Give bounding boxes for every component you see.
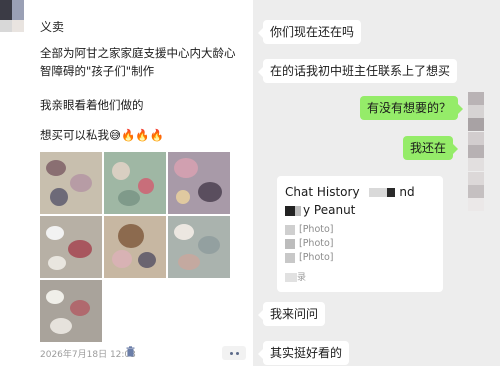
- post-author-name[interactable]: 义卖: [40, 18, 64, 35]
- post-timestamp: 2026年7月18日 12:03: [40, 350, 136, 360]
- post-text-line2: 我亲眼看着他们做的: [40, 98, 144, 112]
- self-avatar[interactable]: [468, 132, 484, 172]
- more-dots-icon[interactable]: [222, 346, 246, 360]
- chat-message-outgoing[interactable]: 有没有想要的？: [360, 96, 464, 120]
- chat-history-line: [Photo]: [285, 238, 334, 249]
- chat-history-title: Chat History nd: [285, 185, 415, 199]
- moments-post: 义卖 全部为阿甘之家家庭支援中心内大龄心智障碍的"孩子们"制作 我亲眼看着他们做…: [0, 0, 253, 366]
- chat-message-incoming[interactable]: 其实挺好看的: [257, 341, 350, 365]
- chat-history-line: [Photo]: [285, 252, 334, 263]
- chat-history-card[interactable]: Chat History nd y Peanut [Photo] [Photo]…: [277, 176, 443, 292]
- chat-message-incoming[interactable]: 我来问问: [257, 302, 326, 326]
- post-photo-5[interactable]: [104, 216, 166, 278]
- chat-message-incoming[interactable]: 你们现在还在吗: [257, 20, 362, 44]
- post-photo-4[interactable]: [40, 216, 102, 278]
- chat-history-footer: 录: [285, 270, 306, 283]
- post-photo-7[interactable]: [40, 280, 102, 342]
- chat-history-line: [Photo]: [285, 224, 334, 235]
- post-text-line1: 全部为阿甘之家家庭支援中心内大龄心智障碍的"孩子们"制作: [40, 46, 236, 78]
- chat-history-subtitle: y Peanut: [285, 203, 355, 217]
- post-photo-6[interactable]: [168, 216, 230, 278]
- post-text-line3: 想买可以私我😅🔥🔥🔥: [40, 128, 164, 142]
- post-photo-2[interactable]: [104, 152, 166, 214]
- post-photo-3[interactable]: [168, 152, 230, 214]
- post-photo-1[interactable]: [40, 152, 102, 214]
- chat-message-incoming[interactable]: 在的话我初中班主任联系上了想买: [257, 59, 458, 83]
- avatar[interactable]: [0, 0, 30, 34]
- chat-message-outgoing[interactable]: 我还在: [403, 136, 459, 160]
- self-avatar[interactable]: [468, 172, 484, 212]
- self-avatar[interactable]: [468, 92, 484, 132]
- trash-icon[interactable]: [126, 346, 135, 357]
